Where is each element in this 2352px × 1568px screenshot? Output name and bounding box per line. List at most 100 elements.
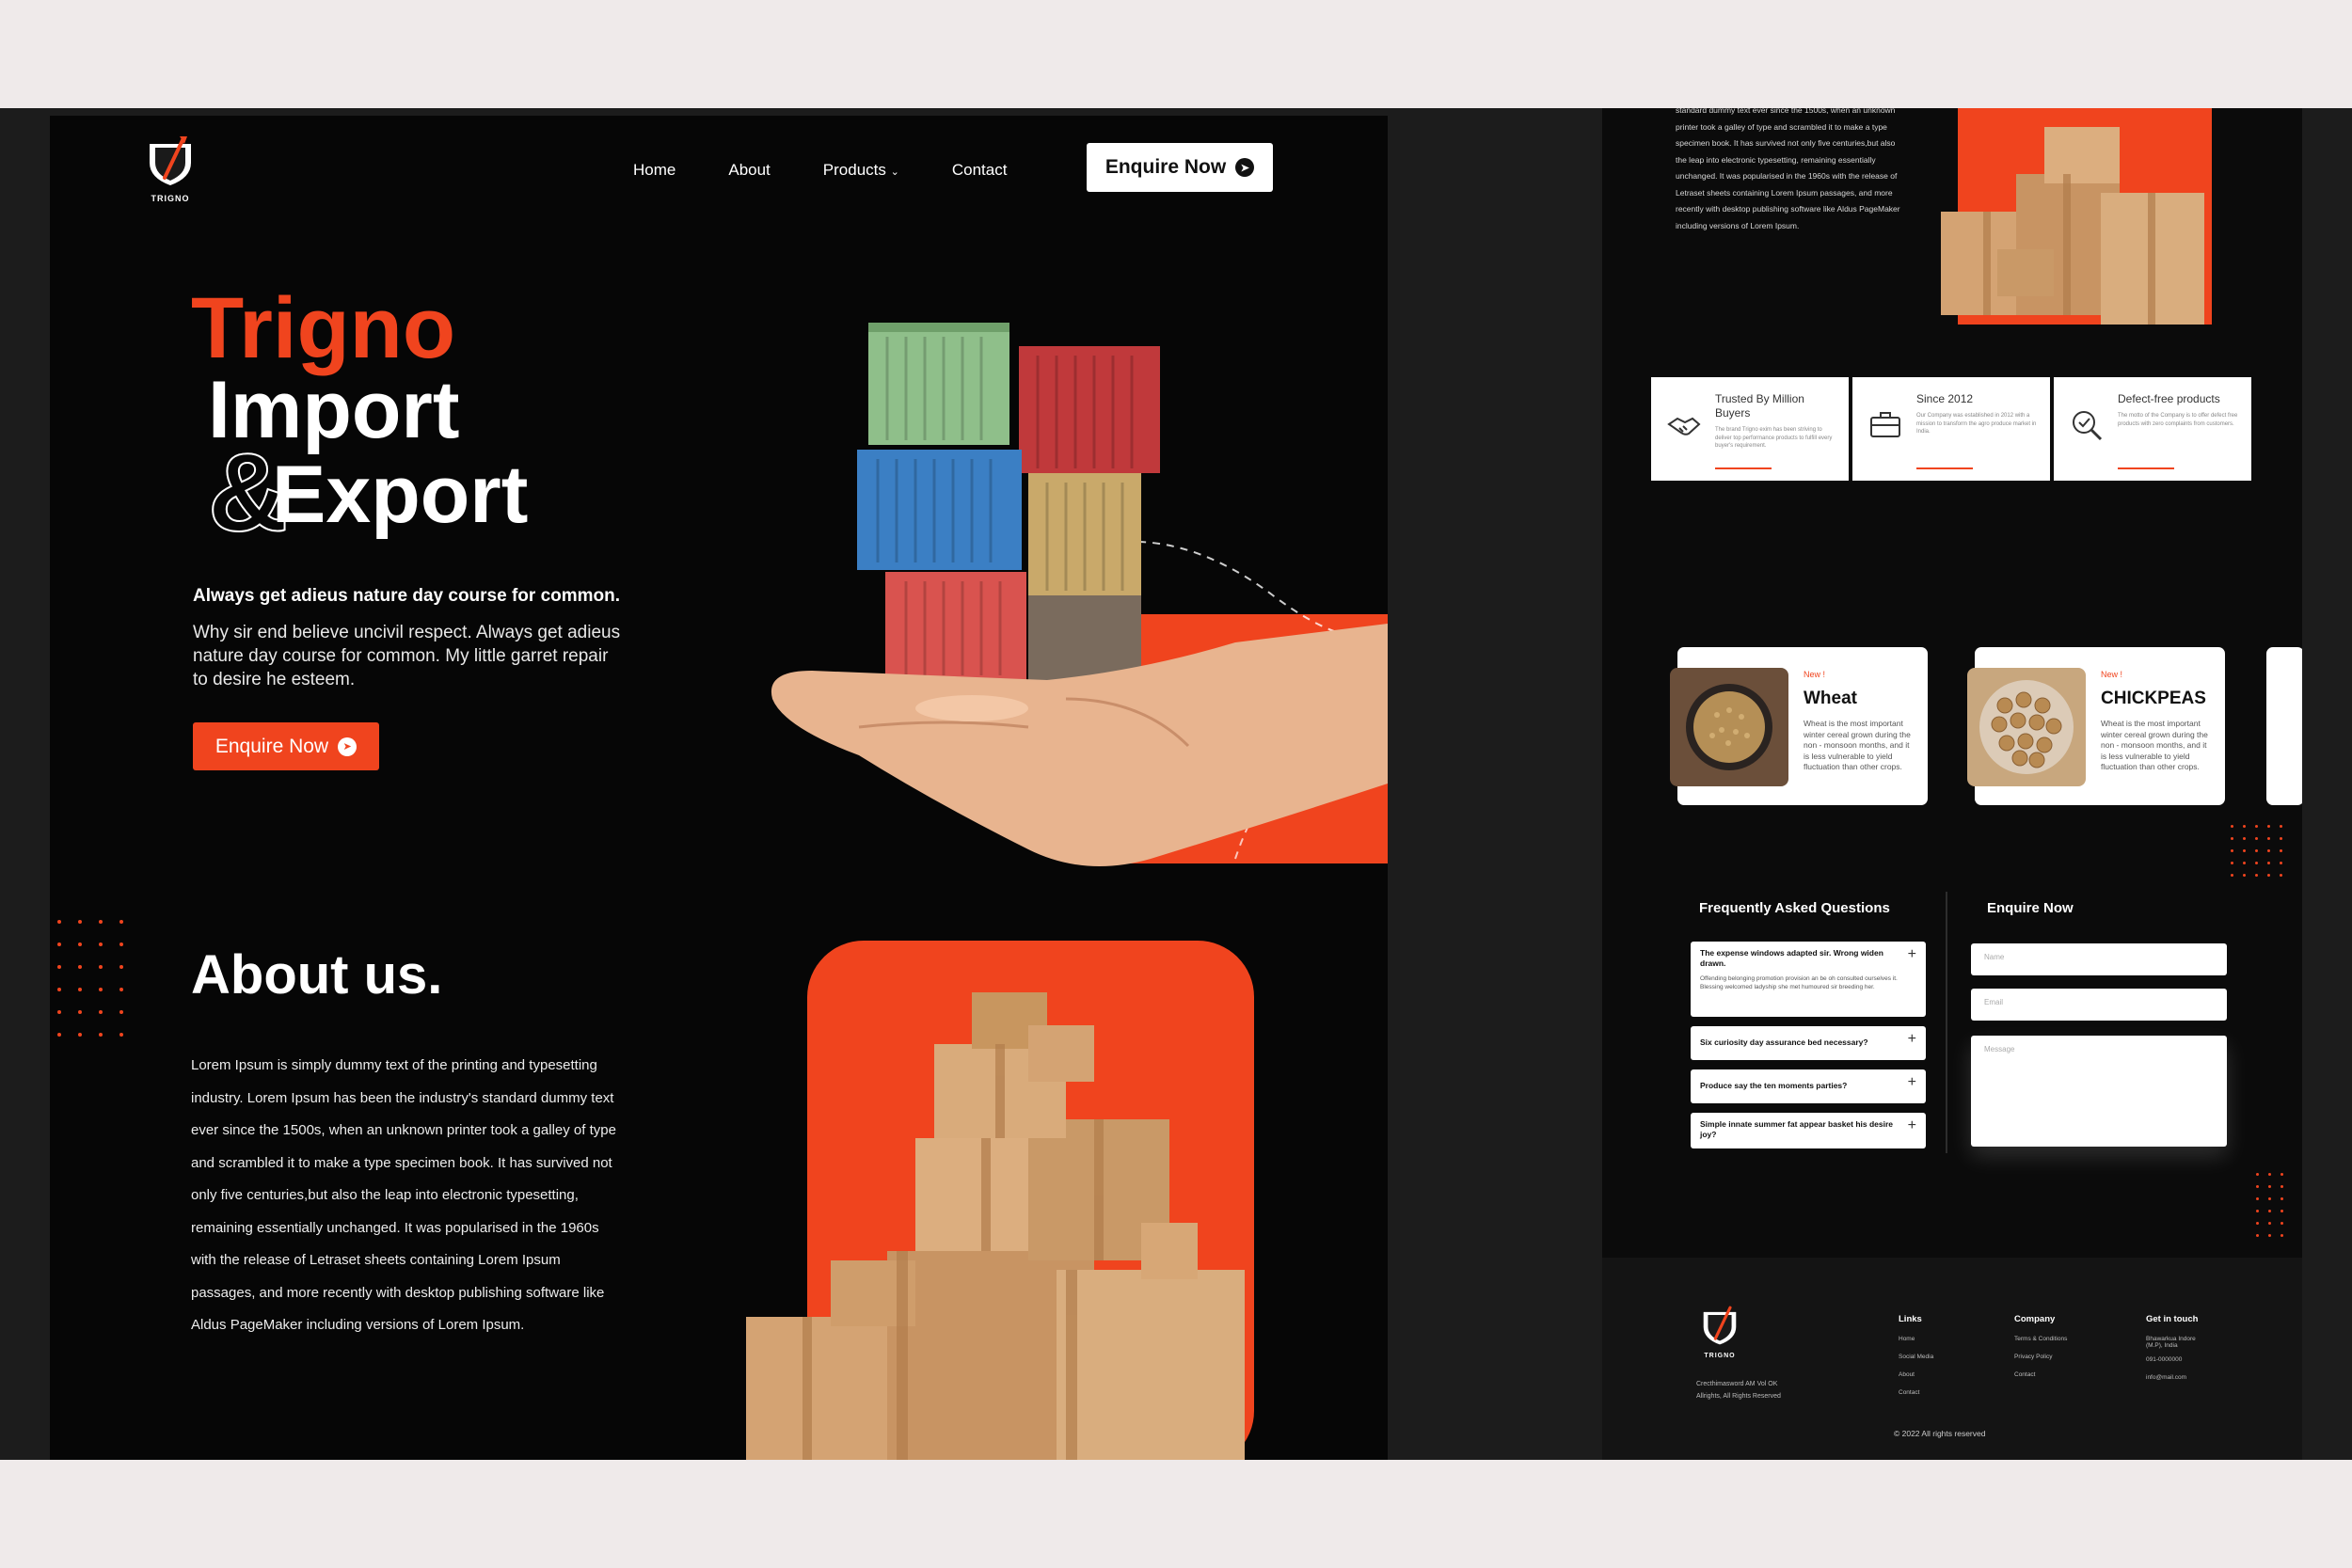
- footer-link[interactable]: Terms & Conditions: [2014, 1336, 2067, 1342]
- hero-enquire-button[interactable]: Enquire Now ➤: [193, 722, 379, 770]
- footer-company-column: Company Terms & Conditions Privacy Polic…: [2014, 1314, 2067, 1389]
- arrow-right-icon: ➤: [338, 736, 358, 756]
- logo-wordmark: TRIGNO: [1704, 1353, 1736, 1359]
- hero-title-export: Export: [272, 450, 529, 540]
- nav-enquire-button[interactable]: Enquire Now ➤: [1087, 143, 1273, 192]
- nav-home[interactable]: Home: [633, 161, 675, 180]
- message-textarea[interactable]: Message: [1971, 1036, 2227, 1147]
- faq-item[interactable]: Produce say the ten moments parties? +: [1691, 1069, 1926, 1103]
- feature-underline: [2118, 467, 2174, 469]
- site-footer: TRIGNO Crecthimasword AM Vol OK Allright…: [1602, 1258, 2302, 1460]
- showcase-canvas: TRIGNO Home About Products ⌄ Contact Enq…: [0, 108, 2352, 1460]
- section-divider: [1946, 892, 1947, 1153]
- product-card[interactable]: New ! CHICKPEAS Wheat is the most import…: [1967, 647, 2225, 805]
- email-input[interactable]: Email: [1971, 989, 2227, 1021]
- wheat-grain-image: [1670, 668, 1788, 786]
- nav-products[interactable]: Products ⌄: [823, 161, 899, 180]
- faq-answer: Offending belonging promotion provision …: [1700, 975, 1898, 990]
- name-input[interactable]: Name: [1971, 943, 2227, 975]
- nav-enquire-label: Enquire Now: [1104, 156, 1227, 178]
- chevron-down-icon: ⌄: [890, 166, 899, 178]
- product-desc: Wheat is the most important winter cerea…: [2101, 719, 2208, 771]
- cardboard-boxes-illustration: [746, 941, 1254, 1460]
- about-title: About us.: [191, 944, 443, 1006]
- footer-address: Crecthimasword AM Vol OK Allrights, All …: [1696, 1378, 1781, 1402]
- product-desc: Wheat is the most important winter cerea…: [1804, 719, 1911, 771]
- landing-page-continued: standard dummy text ever since the 1500s…: [1602, 108, 2302, 1460]
- feature-desc: The brand Trigno exim has been striving …: [1715, 427, 1833, 449]
- feature-card: Defect-free products The motto of the Co…: [2054, 377, 2251, 481]
- feature-card: Trusted By Million Buyers The brand Trig…: [1651, 377, 1849, 481]
- feature-cards: Trusted By Million Buyers The brand Trig…: [1651, 377, 2251, 481]
- feature-title: Defect-free products: [2118, 392, 2220, 405]
- feature-desc: Our Company was established in 2012 with…: [1916, 413, 2037, 435]
- faq-question: The expense windows adapted sir. Wrong w…: [1700, 948, 1883, 968]
- footer-link[interactable]: Social Media: [1899, 1354, 1933, 1360]
- faq-question: Six curiosity day assurance bed necessar…: [1700, 1037, 1868, 1047]
- footer-link[interactable]: Privacy Policy: [2014, 1354, 2067, 1360]
- inspect-icon: [2073, 411, 2103, 441]
- about-text: Lorem Ipsum is simply dummy text of the …: [191, 1057, 616, 1333]
- handshake-icon: [1667, 417, 1701, 436]
- decorative-dots: [2256, 1173, 2283, 1237]
- nav-products-label: Products: [822, 161, 886, 179]
- footer-link[interactable]: Contact: [1899, 1389, 1933, 1396]
- faq-question: Produce say the ten moments parties?: [1700, 1081, 1848, 1090]
- footer-links-column: Links Home Social Media About Contact: [1899, 1314, 1933, 1407]
- footer-logo[interactable]: TRIGNO: [1696, 1305, 1743, 1359]
- plus-icon[interactable]: +: [1908, 946, 1916, 963]
- logo-wordmark: TRIGNO: [151, 194, 190, 203]
- landing-page-main: TRIGNO Home About Products ⌄ Contact Enq…: [50, 116, 1388, 1460]
- arrow-right-icon: ➤: [1235, 158, 1255, 177]
- plus-icon[interactable]: +: [1908, 1074, 1916, 1091]
- about-text-continued: standard dummy text ever since the 1500s…: [1676, 108, 1900, 230]
- feature-desc: The motto of the Company is to offer def…: [2118, 413, 2238, 427]
- cardboard-boxes-illustration: [1941, 108, 2212, 325]
- product-badge: New !: [2101, 670, 2123, 679]
- footer-contact-column: Get in touch Bhawarkua Indore (M.P), Ind…: [2146, 1314, 2212, 1392]
- address-line: Allrights, All Rights Reserved: [1696, 1393, 1781, 1400]
- feature-underline: [1916, 467, 1973, 469]
- faq-item-expanded[interactable]: The expense windows adapted sir. Wrong w…: [1691, 942, 1926, 1017]
- footer-heading: Links: [1899, 1314, 1922, 1324]
- footer-link[interactable]: About: [1899, 1371, 1933, 1378]
- product-card-partial[interactable]: [2266, 647, 2302, 805]
- plus-icon[interactable]: +: [1908, 1031, 1916, 1048]
- product-cards: New ! Wheat Wheat is the most important …: [1670, 647, 2225, 805]
- footer-copyright: © 2022 All rights reserved: [1894, 1429, 1986, 1438]
- product-name: Wheat: [1804, 689, 1857, 708]
- faq-title: Frequently Asked Questions: [1699, 900, 1890, 916]
- hero-title-brand: Trigno: [191, 280, 456, 376]
- green-container-icon: [868, 323, 1009, 445]
- hero-enquire-label: Enquire Now: [215, 735, 329, 757]
- footer-link[interactable]: Contact: [2014, 1371, 2067, 1378]
- feature-card: Since 2012 Our Company was established i…: [1852, 377, 2050, 481]
- address-line: Crecthimasword AM Vol OK: [1696, 1381, 1778, 1387]
- brand-logo[interactable]: TRIGNO: [144, 135, 197, 203]
- product-name: CHICKPEAS: [2101, 689, 2206, 708]
- decorative-dots: [57, 920, 123, 1037]
- hero-subtitle: Always get adieus nature day course for …: [193, 586, 621, 606]
- logo-shield-icon: [150, 136, 191, 185]
- feature-underline: [1715, 467, 1772, 469]
- footer-heading: Get in touch: [2146, 1314, 2199, 1324]
- hand-containers-illustration: [771, 323, 1388, 866]
- product-card[interactable]: New ! Wheat Wheat is the most important …: [1670, 647, 1928, 805]
- nav-contact[interactable]: Contact: [952, 161, 1008, 180]
- footer-contact-email[interactable]: info@mail.com: [2146, 1374, 2212, 1381]
- product-badge: New !: [1804, 670, 1826, 679]
- logo-shield-icon: [1703, 1306, 1737, 1345]
- faq-question: Simple innate summer fat appear basket h…: [1700, 1119, 1894, 1139]
- feature-title: Since 2012: [1916, 392, 1974, 405]
- main-nav: Home About Products ⌄ Contact: [633, 161, 1007, 180]
- footer-contact-address: Bhawarkua Indore (M.P), India: [2146, 1336, 2196, 1349]
- hero-description: Why sir end believe uncivil respect. Alw…: [193, 623, 621, 689]
- faq-item[interactable]: Simple innate summer fat appear basket h…: [1691, 1113, 1926, 1148]
- footer-contact-phone[interactable]: 091-0000000: [2146, 1356, 2212, 1363]
- faq-item[interactable]: Six curiosity day assurance bed necessar…: [1691, 1026, 1926, 1060]
- enquiry-title: Enquire Now: [1987, 900, 2074, 916]
- footer-link[interactable]: Home: [1899, 1336, 1933, 1342]
- nav-about[interactable]: About: [728, 161, 770, 180]
- plus-icon[interactable]: +: [1908, 1117, 1916, 1134]
- footer-heading: Company: [2014, 1314, 2056, 1324]
